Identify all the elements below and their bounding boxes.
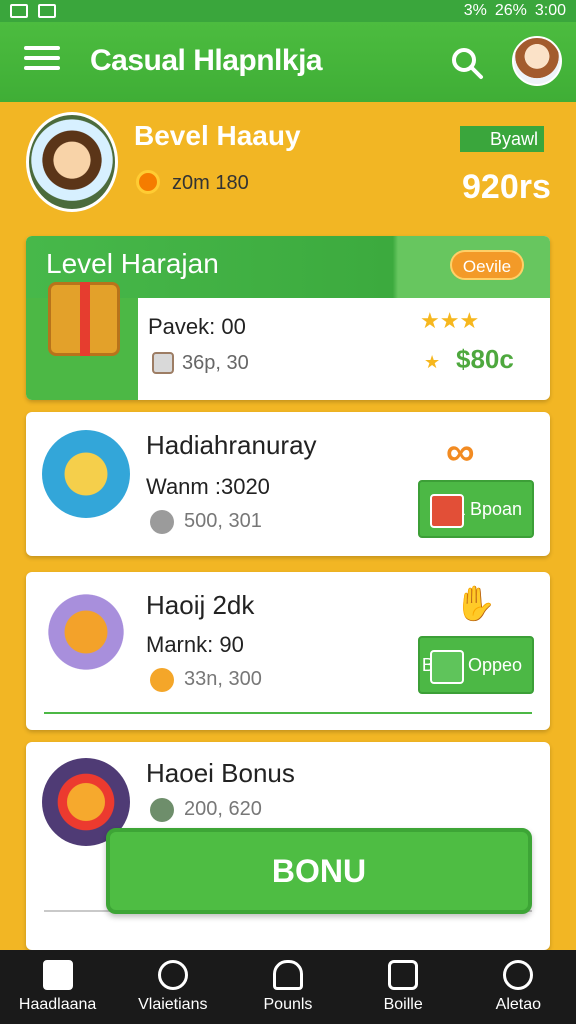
nav-label: Aletao [495,996,542,1013]
menu-icon[interactable] [24,46,60,76]
divider [44,712,532,714]
user-avatar[interactable] [512,36,562,86]
box-icon [430,650,464,684]
book-icon [388,960,419,990]
search-icon [157,960,188,990]
nav-label: Haadlaana [18,996,97,1013]
nav-label: Pounls [263,996,313,1013]
nav-item-pounls[interactable]: Pounls [233,960,343,1014]
reward-card-small: 200, 620 [184,798,262,820]
profile-name: Bevel Haauy [134,120,301,151]
app-title: Casual Hlapnlkja [90,44,323,77]
reward-card-title: Hadiahranuray [146,430,317,460]
coin-icon [152,352,174,374]
status-bar: 3% 26% 3:00 [0,0,576,22]
coins-icon [503,960,534,990]
profile-points: 920rs [462,168,551,206]
level-card[interactable]: Level Harajan Oevile Pavek: 00 36p, 30 ★… [26,236,550,400]
ribbon-decoration-icon: ∞ [446,430,475,474]
nav-item-aletao[interactable]: Aletao [463,960,573,1014]
level-card-label: Pavek: 00 [148,314,246,339]
ticket-icon [42,430,130,518]
gift-chest-icon [42,588,130,676]
reward-card-title: Haoij 2dk [146,590,255,620]
reward-card-2[interactable]: Haoij 2dk Marnk: 90 33n, 300 ✋ Baya Oppe… [26,572,550,730]
profile-avatar[interactable] [26,112,118,212]
gift-icon [430,494,464,528]
sun-icon [150,668,174,692]
shield-icon [272,960,303,990]
search-icon[interactable] [450,46,484,80]
signal-text: 3% [463,2,487,19]
level-card-sub: 36p, 30 [182,352,249,374]
battery-text: 26% [494,2,527,19]
reward-card-sub: Marnk: 90 [146,632,244,657]
notification-icon [10,4,28,18]
status-right: 3% 26% 3:00 [464,2,566,20]
reward-card-title: Haoei Bonus [146,758,295,788]
nav-item-boille[interactable]: Boille [348,960,458,1014]
gem-icon [150,510,174,534]
level-card-amount: $80c [456,344,514,374]
nav-label: Boille [383,996,423,1013]
hand-emoji-icon: ✋ [454,585,497,623]
claim-button[interactable]: Biva Bpoan [418,480,534,538]
profile-badge: Byawl [460,126,544,152]
home-icon [42,960,73,990]
reward-card-1[interactable]: Hadiahranuray Wanm :3020 500, 301 ∞ Biva… [26,412,550,556]
gem-icon [150,798,174,822]
image-icon [38,4,56,18]
reward-card-small: 33n, 300 [184,668,262,690]
star-icon: ★ [424,352,441,372]
time-text: 3:00 [534,2,566,19]
nav-label: Vlaietians [138,996,208,1013]
nav-item-search[interactable]: Vlaietians [118,960,228,1014]
medal-icon [136,170,160,194]
bonus-button[interactable]: BONU [106,828,532,914]
profile-score: z0m 180 [172,172,249,194]
reward-card-sub: Wanm :3020 [146,474,270,499]
level-card-title: Level Harajan [46,248,219,279]
gift-ribbon-icon [80,282,90,356]
claim-button[interactable]: Baya Oppeo [418,636,534,694]
level-card-pill-button[interactable]: Oevile [450,250,524,280]
nav-item-home[interactable]: Haadlaana [3,960,113,1014]
stars-icon: ★★★ [420,308,480,333]
status-left-icons [10,4,56,18]
app-bar: Casual Hlapnlkja [0,22,576,102]
bottom-navigation: Haadlaana Vlaietians Pounls Boille Aleta… [0,950,576,1024]
reward-card-small: 500, 301 [184,510,262,532]
